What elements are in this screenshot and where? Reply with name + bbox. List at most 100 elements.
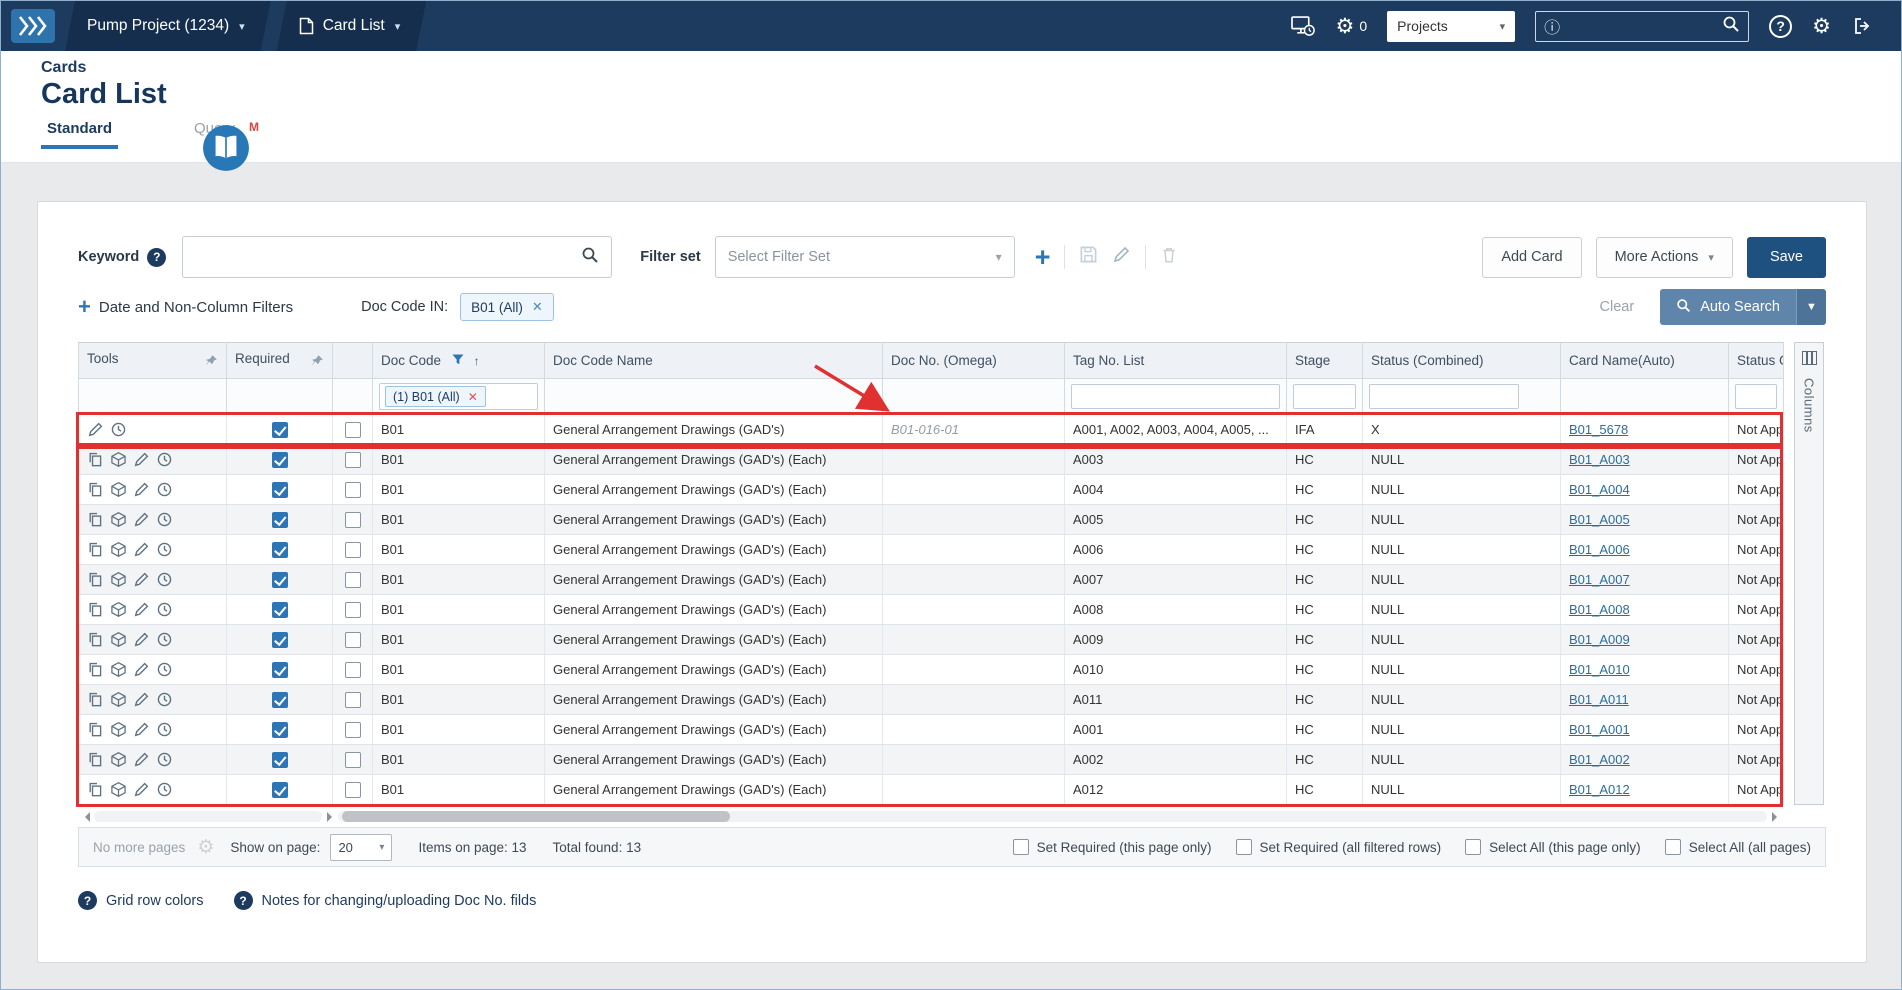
col-tag-no[interactable]: Tag No. List	[1064, 342, 1287, 379]
breadcrumb-project[interactable]: Pump Project (1234) ▾	[65, 1, 271, 51]
frozen-scroll-track[interactable]	[94, 811, 322, 822]
row-select-checkbox[interactable]	[344, 601, 361, 618]
tag-no-filter-input[interactable]	[1071, 384, 1280, 409]
row-select-checkbox[interactable]	[344, 571, 361, 588]
col-doc-code[interactable]: Doc Code ↑	[372, 342, 545, 379]
save-button[interactable]: Save	[1746, 236, 1826, 278]
required-checkbox[interactable]	[271, 631, 288, 648]
model-icon[interactable]	[110, 631, 127, 648]
filter-funnel-icon[interactable]	[452, 353, 464, 368]
filter-set-select[interactable]: Select Filter Set ▾	[714, 236, 1015, 278]
copy-icon[interactable]	[87, 481, 104, 498]
checkbox[interactable]	[1012, 839, 1029, 855]
required-checkbox[interactable]	[271, 511, 288, 528]
keyword-help-icon[interactable]: ?	[147, 247, 167, 267]
required-checkbox[interactable]	[271, 781, 288, 798]
model-icon[interactable]	[110, 481, 127, 498]
row-select-checkbox[interactable]	[344, 691, 361, 708]
history-icon[interactable]	[156, 511, 173, 528]
edit-icon[interactable]	[133, 631, 150, 648]
copy-icon[interactable]	[87, 601, 104, 618]
copy-icon[interactable]	[87, 751, 104, 768]
model-icon[interactable]	[110, 691, 127, 708]
search-icon[interactable]	[1722, 15, 1740, 38]
row-select-checkbox[interactable]	[344, 421, 361, 438]
copy-icon[interactable]	[87, 451, 104, 468]
keyword-input[interactable]	[195, 248, 582, 266]
required-checkbox[interactable]	[271, 571, 288, 588]
card-link[interactable]: B01_A006	[1569, 542, 1630, 557]
remove-chip-icon[interactable]: ✕	[532, 299, 543, 315]
edit-icon[interactable]	[133, 481, 150, 498]
col-status-g[interactable]: Status G	[1728, 342, 1784, 379]
row-select-checkbox[interactable]	[344, 481, 361, 498]
select-all-pages-option[interactable]: Select All (all pages)	[1664, 839, 1811, 855]
copy-icon[interactable]	[87, 661, 104, 678]
history-icon[interactable]	[156, 751, 173, 768]
model-icon[interactable]	[110, 661, 127, 678]
edit-icon[interactable]	[133, 691, 150, 708]
card-link[interactable]: B01_A003	[1569, 452, 1630, 467]
required-checkbox[interactable]	[271, 691, 288, 708]
row-select-checkbox[interactable]	[344, 661, 361, 678]
col-doc-code-name[interactable]: Doc Code Name	[544, 342, 883, 379]
scroll-right-icon[interactable]	[322, 810, 338, 823]
set-required-all-option[interactable]: Set Required (all filtered rows)	[1235, 839, 1441, 855]
edit-icon[interactable]	[87, 421, 104, 438]
history-icon[interactable]	[156, 631, 173, 648]
select-all-page-option[interactable]: Select All (this page only)	[1465, 839, 1641, 855]
card-link[interactable]: B01_A008	[1569, 602, 1630, 617]
breadcrumb-card-list[interactable]: Card List ▾	[277, 1, 427, 51]
card-link[interactable]: B01_A001	[1569, 722, 1630, 737]
edit-icon[interactable]	[133, 601, 150, 618]
model-icon[interactable]	[110, 451, 127, 468]
edit-icon[interactable]	[133, 511, 150, 528]
doc-code-filter-chip[interactable]: B01 (All) ✕	[460, 293, 554, 321]
query-book-icon[interactable]: M	[201, 120, 259, 175]
col-doc-no[interactable]: Doc No. (Omega)	[882, 342, 1065, 379]
app-logo-icon[interactable]	[1, 1, 65, 51]
required-checkbox[interactable]	[271, 481, 288, 498]
row-select-checkbox[interactable]	[344, 541, 361, 558]
auto-search-menu-toggle[interactable]: ▼	[1796, 289, 1826, 325]
save-filter-set-icon[interactable]	[1079, 245, 1098, 269]
copy-icon[interactable]	[87, 781, 104, 798]
clear-button[interactable]: Clear	[1600, 299, 1635, 315]
copy-icon[interactable]	[87, 571, 104, 588]
edit-icon[interactable]	[133, 451, 150, 468]
model-icon[interactable]	[110, 511, 127, 528]
edit-icon[interactable]	[133, 781, 150, 798]
set-required-page-option[interactable]: Set Required (this page only)	[1012, 839, 1212, 855]
scroll-left-icon[interactable]	[78, 810, 94, 823]
checkbox[interactable]	[1664, 839, 1681, 855]
history-icon[interactable]	[156, 571, 173, 588]
history-icon[interactable]	[156, 451, 173, 468]
history-icon[interactable]	[156, 481, 173, 498]
history-icon[interactable]	[156, 781, 173, 798]
model-icon[interactable]	[110, 751, 127, 768]
scroll-right-icon[interactable]	[1767, 810, 1783, 823]
scroll-track[interactable]	[338, 811, 1767, 822]
add-card-button[interactable]: Add Card	[1482, 236, 1582, 278]
edit-icon[interactable]	[133, 721, 150, 738]
model-icon[interactable]	[110, 541, 127, 558]
remove-filter-icon[interactable]: ✕	[468, 390, 478, 404]
required-checkbox[interactable]	[271, 451, 288, 468]
card-link[interactable]: B01_A010	[1569, 662, 1630, 677]
edit-icon[interactable]	[133, 661, 150, 678]
scroll-thumb[interactable]	[342, 811, 730, 822]
row-select-checkbox[interactable]	[344, 781, 361, 798]
history-icon[interactable]	[156, 721, 173, 738]
pin-icon[interactable]	[204, 354, 218, 371]
card-link[interactable]: B01_A005	[1569, 512, 1630, 527]
sort-asc-icon[interactable]: ↑	[474, 354, 480, 368]
model-icon[interactable]	[110, 601, 127, 618]
add-filter-set-icon[interactable]: +	[1035, 243, 1051, 271]
required-checkbox[interactable]	[271, 421, 288, 438]
required-checkbox[interactable]	[271, 751, 288, 768]
card-link[interactable]: B01_A011	[1569, 692, 1629, 707]
row-select-checkbox[interactable]	[344, 751, 361, 768]
row-select-checkbox[interactable]	[344, 451, 361, 468]
card-link[interactable]: B01_5678	[1569, 422, 1628, 437]
copy-icon[interactable]	[87, 691, 104, 708]
